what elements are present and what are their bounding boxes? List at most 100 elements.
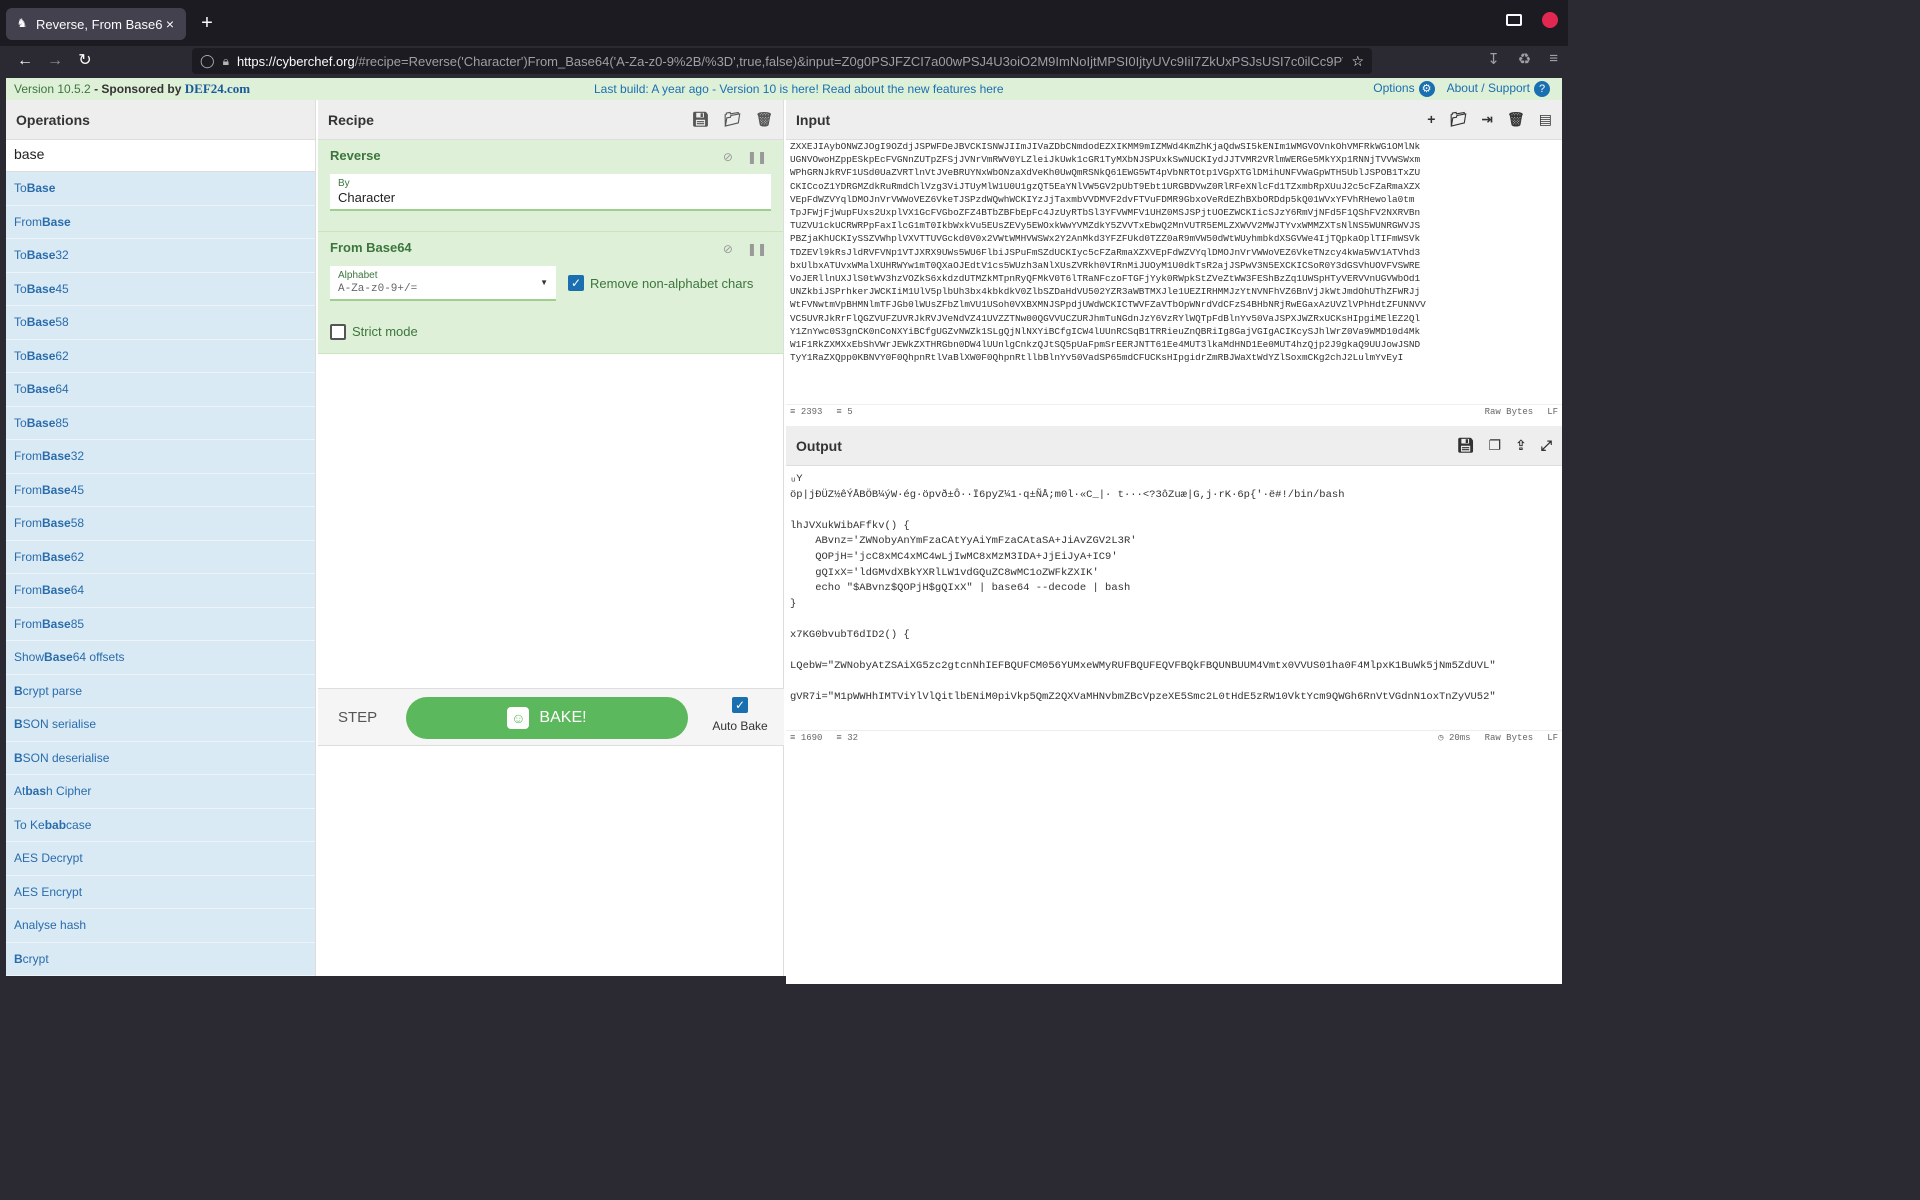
operations-panel: Operations base To Base From Base To Base 3… xyxy=(6,100,316,976)
new-tab-button[interactable]: + xyxy=(196,12,218,34)
reset-layout-icon[interactable]: ▤ xyxy=(1539,111,1552,128)
shield-icon[interactable]: ◯ xyxy=(200,53,215,69)
open-folder-icon[interactable]: 📁︎ xyxy=(1449,111,1467,128)
recipe-op-from-base64[interactable]: From Base64 ⊘ ❚❚ Alphabet A-Za-z0-9+/= ▼… xyxy=(318,232,783,354)
operation-item-text: To xyxy=(14,281,27,296)
load-recipe-folder-icon[interactable]: 📁︎ xyxy=(723,111,741,128)
remove-non-alphabet-label: Remove non-alphabet chars xyxy=(590,275,754,291)
browser-tab[interactable]: ♞ Reverse, From Base64 - C × xyxy=(6,8,186,40)
build-notice-link[interactable]: Last build: A year ago - Version 10 is h… xyxy=(594,82,1004,96)
replace-input-icon[interactable]: ⇪ xyxy=(1515,437,1527,454)
extensions-icon[interactable]: ♻ xyxy=(1518,50,1531,68)
autobake-checkbox[interactable]: ✓ xyxy=(732,697,748,713)
disable-op-icon[interactable]: ⊘ xyxy=(723,150,733,164)
operation-item-highlight: B xyxy=(14,750,23,765)
operation-item-text: 45 xyxy=(70,482,85,497)
operation-item-highlight: Base xyxy=(26,181,56,196)
open-file-icon[interactable]: ⇥ xyxy=(1481,111,1493,128)
copy-output-icon[interactable]: ❐ xyxy=(1489,437,1502,454)
add-tab-plus-icon[interactable]: + xyxy=(1427,111,1435,128)
recording-indicator-icon[interactable] xyxy=(1542,12,1558,28)
operation-item-highlight: Base xyxy=(26,348,56,363)
operation-item[interactable]: AES Encrypt xyxy=(6,876,315,909)
strict-mode-label: Strict mode xyxy=(352,324,418,340)
output-textarea[interactable]: ᵤY öp|jÐÜZ½êÝÅBÖB¼ýW·ég·öpvð±Ô··Ï6pyZ¼1·… xyxy=(786,466,1562,730)
alphabet-select[interactable]: Alphabet A-Za-z0-9+/= ▼ xyxy=(330,266,556,301)
menu-icon[interactable]: ≡ xyxy=(1549,50,1558,68)
remove-non-alphabet-checkbox[interactable]: ✓ xyxy=(568,275,584,292)
bake-time: ◷ 20ms xyxy=(1438,732,1471,743)
operation-item[interactable]: From Base 58 xyxy=(6,507,315,541)
reverse-by-field[interactable]: By Character xyxy=(330,174,771,211)
step-button[interactable]: STEP xyxy=(338,709,377,726)
operation-item[interactable]: At bas h Cipher xyxy=(6,775,315,809)
operation-item-text: case xyxy=(66,817,92,832)
operation-item-highlight: Base xyxy=(42,449,71,464)
output-eol[interactable]: LF xyxy=(1547,733,1558,743)
window-list-icon[interactable] xyxy=(1506,14,1522,26)
operation-item[interactable]: Show Base 64 offsets xyxy=(6,641,315,675)
operations-search-input[interactable]: base xyxy=(6,140,315,172)
input-eol[interactable]: LF xyxy=(1547,407,1558,417)
operation-item[interactable]: B SON deserialise xyxy=(6,742,315,775)
recipe-panel: Recipe 💾︎ 📁︎ 🗑︎ Reverse ⊘ ❚❚ By Characte… xyxy=(318,100,784,976)
input-encoding[interactable]: Raw Bytes xyxy=(1485,407,1534,417)
operation-item[interactable]: From Base 32 xyxy=(6,440,315,474)
operation-item[interactable]: From Base 85 xyxy=(6,608,315,641)
operation-item[interactable]: From Base 64 xyxy=(6,574,315,608)
clear-recipe-trash-icon[interactable]: 🗑︎ xyxy=(755,111,773,128)
input-statusbar: ≡ 2393 ≡ 5 Raw Bytes LF xyxy=(786,404,1562,418)
operation-item-text: From xyxy=(14,583,42,598)
back-button[interactable]: ← xyxy=(10,48,40,74)
lock-icon[interactable]: 🔒︎ xyxy=(223,54,229,69)
strict-mode-checkbox[interactable] xyxy=(330,323,346,340)
operation-item[interactable]: From Base 62 xyxy=(6,541,315,574)
operation-item[interactable]: To Base xyxy=(6,172,315,206)
input-textarea[interactable]: ZXXEJIAybONWZJOgI9OZdjJSPWFDeJBVCKISNWJI… xyxy=(786,140,1562,404)
operation-item[interactable]: To Ke bab case xyxy=(6,809,315,842)
breakpoint-pause-icon[interactable]: ❚❚ xyxy=(747,150,767,164)
def24-link[interactable]: DEF24.com xyxy=(185,81,250,96)
operation-item-highlight: bab xyxy=(44,817,67,832)
downloads-icon[interactable]: ↧ xyxy=(1487,50,1500,68)
disable-op-icon[interactable]: ⊘ xyxy=(723,242,733,256)
operation-item[interactable]: Bcrypt xyxy=(6,943,315,976)
operation-item[interactable]: To Base 58 xyxy=(6,306,315,340)
bake-bar: STEP ☺ BAKE! ✓ Auto Bake xyxy=(318,688,784,746)
forward-button[interactable]: → xyxy=(40,48,70,74)
operation-item[interactable]: B SON serialise xyxy=(6,708,315,742)
save-output-icon[interactable]: 💾︎ xyxy=(1457,437,1475,454)
operation-item[interactable]: To Base 45 xyxy=(6,273,315,306)
url-bar[interactable]: ◯ 🔒︎ https://cyberchef.org/#recipe=Rever… xyxy=(192,48,1372,74)
operation-item[interactable]: From Base 45 xyxy=(6,474,315,507)
close-tab-icon[interactable]: × xyxy=(162,16,178,32)
operation-item[interactable]: From Base xyxy=(6,206,315,239)
reload-button[interactable]: ↻ xyxy=(70,48,100,74)
operation-item[interactable]: To Base 62 xyxy=(6,340,315,373)
operation-item[interactable]: To Base 64 xyxy=(6,373,315,407)
operation-item-text: To xyxy=(14,348,27,363)
maximize-output-icon[interactable]: ⤢ xyxy=(1541,437,1552,454)
options-label: Options xyxy=(1373,81,1415,95)
autobake-toggle[interactable]: ✓ Auto Bake xyxy=(710,697,770,733)
options-button[interactable]: Options ⚙ xyxy=(1373,81,1435,97)
output-encoding[interactable]: Raw Bytes xyxy=(1485,733,1534,743)
alphabet-value: A-Za-z0-9+/= xyxy=(338,283,418,295)
url-text[interactable]: https://cyberchef.org/#recipe=Reverse('C… xyxy=(237,54,1343,69)
io-panel: Input + 📁︎ ⇥ 🗑︎ ▤ ZXXEJIAybONWZJOgI9OZdj… xyxy=(786,100,1562,984)
output-header: Output 💾︎ ❐ ⇪ ⤢ xyxy=(786,426,1562,466)
operation-item[interactable]: AES Decrypt xyxy=(6,842,315,876)
save-recipe-icon[interactable]: 💾︎ xyxy=(692,111,710,128)
operation-item[interactable]: Bcrypt parse xyxy=(6,675,315,708)
breakpoint-pause-icon[interactable]: ❚❚ xyxy=(747,242,767,256)
about-support-button[interactable]: About / Support? xyxy=(1447,81,1550,97)
recipe-op-reverse[interactable]: Reverse ⊘ ❚❚ By Character xyxy=(318,140,783,232)
operation-item-highlight: Base xyxy=(26,382,56,397)
operation-item[interactable]: Analyse hash xyxy=(6,909,315,943)
bake-button[interactable]: ☺ BAKE! xyxy=(406,697,688,739)
operation-item[interactable]: To Base 85 xyxy=(6,407,315,440)
operations-title: Operations xyxy=(6,100,315,140)
clear-input-trash-icon[interactable]: 🗑︎ xyxy=(1507,111,1525,128)
operation-item[interactable]: To Base 32 xyxy=(6,239,315,273)
bookmark-star-icon[interactable]: ☆ xyxy=(1351,53,1364,70)
